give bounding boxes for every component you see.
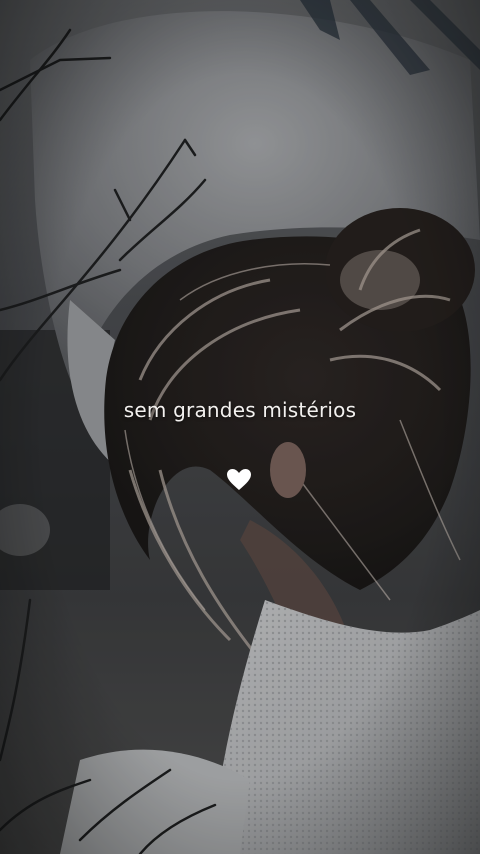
background-photo: [0, 0, 480, 854]
caption-text: sem grandes mistérios: [123, 398, 357, 422]
story-scene: sem grandes mistérios: [0, 0, 480, 854]
heart-icon: [227, 469, 251, 490]
